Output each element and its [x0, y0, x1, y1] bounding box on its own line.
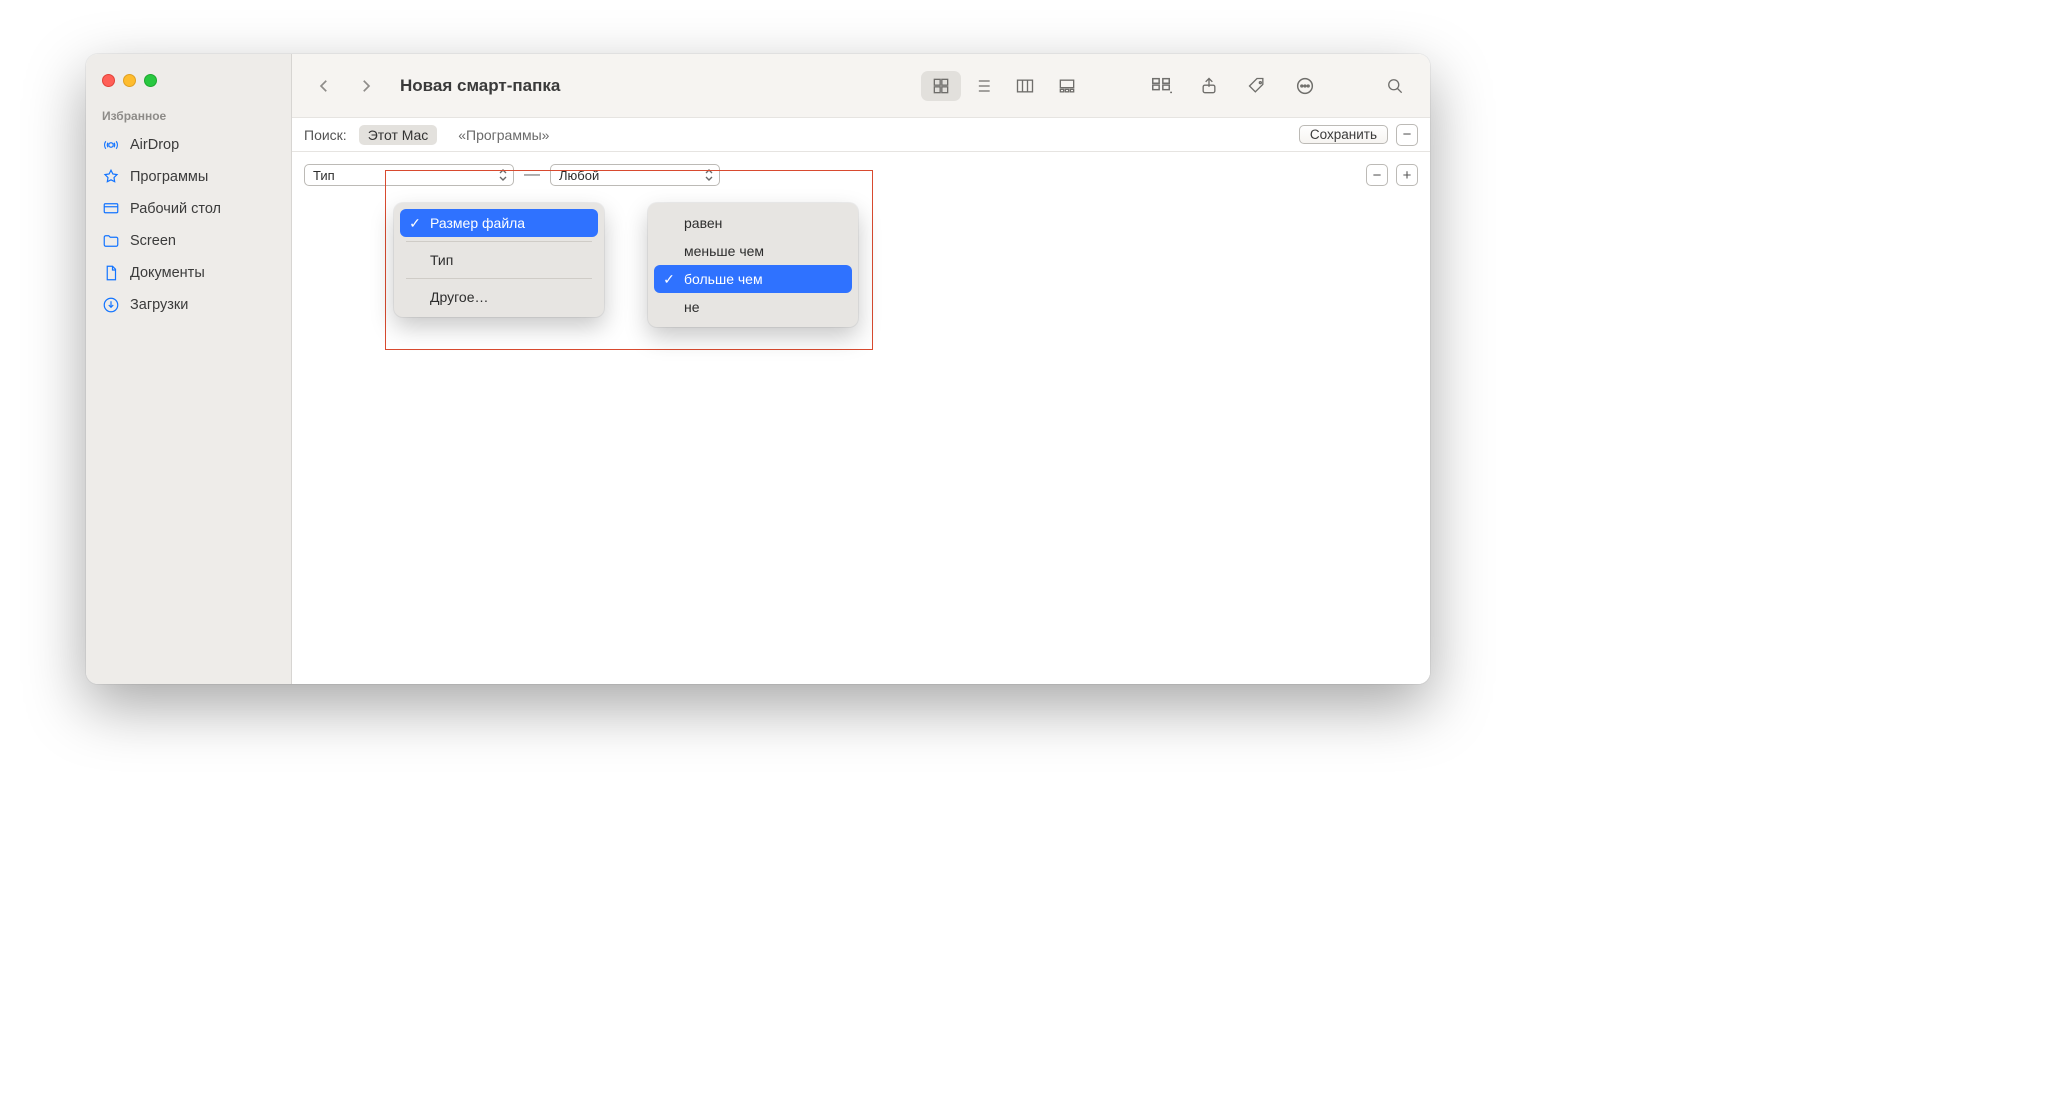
view-gallery[interactable] [1047, 71, 1087, 101]
search-button[interactable] [1378, 71, 1412, 101]
sidebar-item-label: Рабочий стол [130, 201, 221, 217]
menu-item-other[interactable]: Другое… [400, 283, 598, 311]
window-title: Новая смарт-папка [400, 76, 560, 96]
sidebar-item-screen[interactable]: Screen [86, 225, 291, 257]
sidebar: Избранное AirDrop Программы Рабочий стол… [86, 54, 292, 684]
desktop-icon [102, 200, 120, 218]
window-controls [86, 68, 291, 109]
sidebar-section-label: Избранное [86, 109, 291, 129]
rule-add-button[interactable]: + [1396, 164, 1418, 186]
menu-separator [406, 278, 592, 279]
airdrop-icon [102, 136, 120, 154]
sidebar-item-label: AirDrop [130, 137, 179, 153]
action-menu-button[interactable] [1288, 71, 1322, 101]
view-switcher [920, 71, 1088, 101]
finder-window: Избранное AirDrop Программы Рабочий стол… [86, 54, 1430, 684]
sidebar-item-documents[interactable]: Документы [86, 257, 291, 289]
zoom-window-button[interactable] [144, 74, 157, 87]
sidebar-item-downloads[interactable]: Загрузки [86, 289, 291, 321]
view-columns[interactable] [1005, 71, 1045, 101]
view-icon-grid[interactable] [921, 71, 961, 101]
menu-item-not[interactable]: не [654, 293, 852, 321]
attribute-popup-menu: ✓ Размер файла Тип Другое… [394, 203, 604, 317]
menu-item-label: равен [684, 215, 722, 231]
menu-item-greater-than[interactable]: ✓ больше чем [654, 265, 852, 293]
remove-search-button[interactable]: − [1396, 124, 1418, 146]
updown-caret-icon [497, 167, 509, 183]
menu-item-equals[interactable]: равен [654, 209, 852, 237]
rule-attribute-select[interactable]: Тип [304, 164, 514, 186]
menu-separator [406, 241, 592, 242]
downloads-icon [102, 296, 120, 314]
check-icon: ✓ [408, 215, 422, 232]
search-rule-row: Тип — Любой − + [292, 152, 1430, 192]
minimize-window-button[interactable] [123, 74, 136, 87]
main-pane: Новая смарт-папка Поиск: Этот Mac [292, 54, 1430, 684]
menu-item-file-size[interactable]: ✓ Размер файла [400, 209, 598, 237]
search-scope-bar: Поиск: Этот Mac «Программы» Сохранить − [292, 118, 1430, 152]
scope-current-folder[interactable]: «Программы» [449, 125, 558, 145]
sidebar-item-label: Загрузки [130, 297, 188, 313]
sidebar-item-label: Программы [130, 169, 208, 185]
rule-value: Любой [559, 168, 599, 183]
rule-separator: — [524, 166, 540, 184]
menu-item-label: Другое… [430, 289, 488, 305]
search-label: Поиск: [304, 127, 347, 143]
applications-icon [102, 168, 120, 186]
check-icon: ✓ [662, 271, 676, 288]
rule-value-select[interactable]: Любой [550, 164, 720, 186]
sidebar-item-label: Screen [130, 233, 176, 249]
sidebar-item-label: Документы [130, 265, 205, 281]
menu-item-less-than[interactable]: меньше чем [654, 237, 852, 265]
toolbar: Новая смарт-папка [292, 54, 1430, 118]
forward-button[interactable] [352, 72, 380, 100]
view-list[interactable] [963, 71, 1003, 101]
menu-item-kind[interactable]: Тип [400, 246, 598, 274]
folder-icon [102, 232, 120, 250]
document-icon [102, 264, 120, 282]
menu-item-label: Тип [430, 252, 453, 268]
rule-remove-button[interactable]: − [1366, 164, 1388, 186]
menu-item-label: не [684, 299, 700, 315]
menu-item-label: Размер файла [430, 215, 525, 231]
scope-this-mac[interactable]: Этот Mac [359, 125, 438, 145]
rule-attribute-value: Тип [313, 168, 335, 183]
sidebar-item-applications[interactable]: Программы [86, 161, 291, 193]
share-button[interactable] [1192, 71, 1226, 101]
close-window-button[interactable] [102, 74, 115, 87]
sidebar-item-airdrop[interactable]: AirDrop [86, 129, 291, 161]
back-button[interactable] [310, 72, 338, 100]
menu-item-label: меньше чем [684, 243, 764, 259]
group-by-button[interactable] [1144, 71, 1178, 101]
save-search-button[interactable]: Сохранить [1299, 125, 1388, 144]
operator-popup-menu: равен меньше чем ✓ больше чем не [648, 203, 858, 327]
tags-button[interactable] [1240, 71, 1274, 101]
updown-caret-icon [703, 167, 715, 183]
sidebar-item-desktop[interactable]: Рабочий стол [86, 193, 291, 225]
menu-item-label: больше чем [684, 271, 763, 287]
